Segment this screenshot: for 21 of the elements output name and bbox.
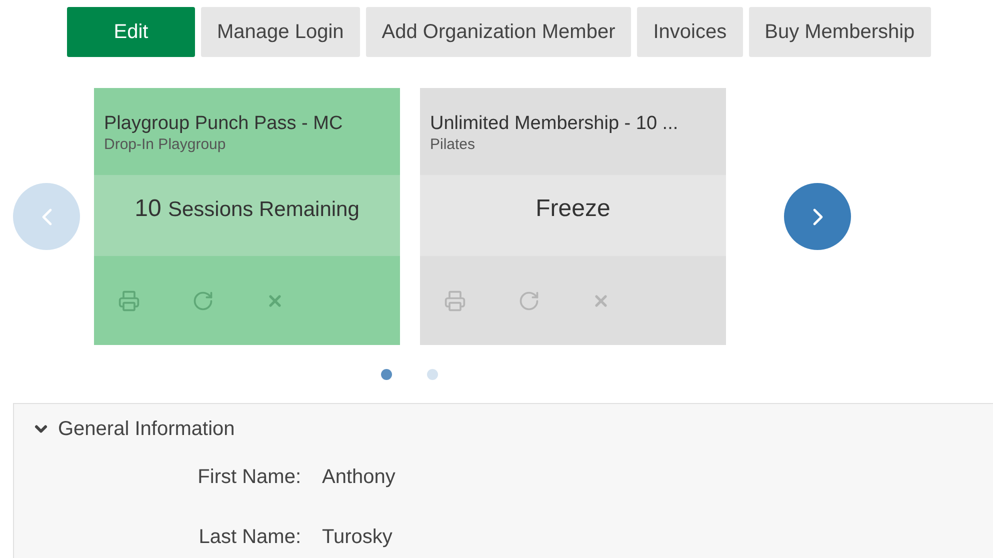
card-title: Playgroup Punch Pass - MC	[104, 112, 344, 136]
action-button[interactable]: Add Organization Member	[366, 7, 632, 57]
print-icon[interactable]	[444, 290, 466, 312]
field-value: Anthony	[322, 465, 396, 490]
edit-button[interactable]: Edit	[67, 7, 195, 57]
card-subtitle: Pilates	[430, 136, 476, 154]
action-button[interactable]: Invoices	[637, 7, 743, 57]
section-title: General Information	[58, 417, 235, 442]
card-status: Freeze	[536, 194, 610, 224]
renew-icon[interactable]	[192, 290, 214, 312]
card-status: 10 Sessions Remaining	[134, 194, 360, 224]
print-icon[interactable]	[118, 290, 140, 312]
field-label: Last Name:	[198, 525, 301, 550]
field-label: First Name:	[196, 465, 301, 490]
action-button[interactable]: Manage Login	[201, 7, 360, 57]
section-header[interactable]: General Information	[14, 404, 993, 444]
card-title: Unlimited Membership - 10 ...	[430, 112, 680, 136]
field-value: Turosky	[322, 525, 392, 550]
renew-icon[interactable]	[518, 290, 540, 312]
action-button[interactable]: Buy Membership	[748, 7, 931, 57]
card-subtitle: Drop-In Playgroup	[104, 136, 227, 154]
